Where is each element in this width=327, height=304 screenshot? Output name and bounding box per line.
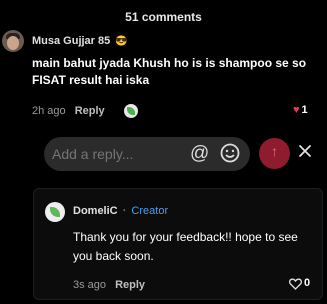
reply-text: Thank you for your feedback!! hope to se… (73, 230, 298, 263)
sunglasses-emoji-icon: 😎 (115, 36, 128, 47)
comment-timestamp: 2h ago (32, 105, 66, 117)
creator-avatar[interactable] (45, 202, 65, 222)
send-button[interactable]: ↑ (259, 138, 290, 169)
reply-input[interactable] (52, 144, 182, 164)
creator-liked-avatar-icon (124, 104, 138, 118)
at-mention-icon[interactable]: @ (190, 143, 209, 165)
avatar[interactable] (2, 30, 24, 52)
arrow-up-icon: ↑ (271, 143, 278, 159)
emoji-icon[interactable] (220, 143, 240, 163)
comment-author[interactable]: Musa Gujjar 85 😎 (32, 35, 128, 47)
comments-count-header: 51 comments (125, 10, 202, 24)
like-button[interactable]: 0 (289, 277, 319, 291)
comment-meta: 2h ago Reply (32, 105, 105, 117)
separator: · (122, 205, 127, 217)
avatar-face (7, 36, 19, 50)
like-count: 0 (304, 277, 311, 289)
reply-button[interactable]: Reply (115, 279, 145, 291)
reply-button[interactable]: Reply (75, 105, 105, 117)
comment-text: main bahut jyada Khush ho is is shampoo … (32, 56, 307, 87)
heart-outline-icon (289, 278, 302, 290)
author-name: Musa Gujjar 85 (32, 35, 111, 47)
creator-badge: Creator (131, 205, 169, 217)
reply-timestamp: 3s ago (73, 279, 107, 291)
close-icon[interactable] (297, 143, 313, 159)
like-button[interactable]: ♥ 1 (293, 104, 308, 116)
reply-author[interactable]: DomeliC · Creator (73, 205, 168, 217)
author-name: DomeliC (73, 205, 118, 217)
like-count: 1 (301, 104, 308, 116)
reply-meta: 3s ago Reply (73, 279, 145, 291)
heart-filled-icon: ♥ (293, 104, 300, 116)
reply-input-container[interactable]: @ (44, 137, 250, 171)
leaf-logo-icon (50, 207, 60, 217)
